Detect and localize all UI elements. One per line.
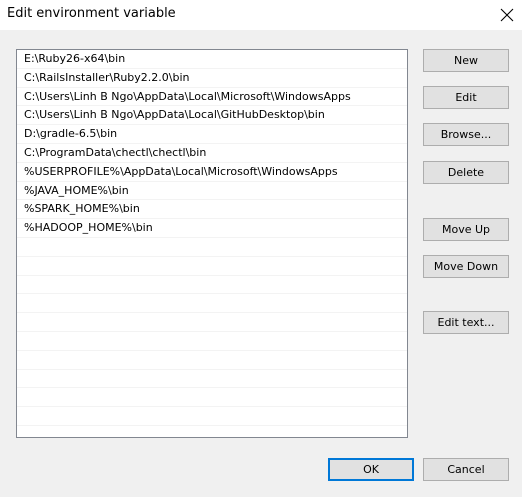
edit-button[interactable]: Edit bbox=[423, 86, 509, 109]
edit-environment-variable-dialog: Edit environment variable E:\Ruby26-x64\… bbox=[0, 0, 522, 497]
path-list-item[interactable] bbox=[17, 370, 407, 389]
path-list-item[interactable] bbox=[17, 351, 407, 370]
close-button[interactable] bbox=[492, 0, 522, 30]
close-icon bbox=[500, 8, 514, 22]
path-list-item[interactable] bbox=[17, 426, 407, 437]
new-button[interactable]: New bbox=[423, 49, 509, 72]
edit-text-button[interactable]: Edit text... bbox=[423, 311, 509, 334]
title-bar: Edit environment variable bbox=[0, 0, 522, 30]
move-up-button[interactable]: Move Up bbox=[423, 218, 509, 241]
delete-button[interactable]: Delete bbox=[423, 161, 509, 184]
path-list-item[interactable] bbox=[17, 238, 407, 257]
move-down-button[interactable]: Move Down bbox=[423, 255, 509, 278]
path-list-item[interactable] bbox=[17, 313, 407, 332]
path-list-item[interactable] bbox=[17, 257, 407, 276]
path-list-item[interactable] bbox=[17, 294, 407, 314]
path-list-item[interactable]: %HADOOP_HOME%\bin bbox=[17, 219, 407, 238]
path-list-item[interactable]: C:\Users\Linh B Ngo\AppData\Local\GitHub… bbox=[17, 106, 407, 126]
cancel-button[interactable]: Cancel bbox=[423, 458, 509, 481]
path-list-item[interactable]: C:\ProgramData\chectl\chectl\bin bbox=[17, 144, 407, 163]
path-list-item[interactable]: %JAVA_HOME%\bin bbox=[17, 182, 407, 201]
path-list-item[interactable] bbox=[17, 332, 407, 351]
path-list-item[interactable]: C:\Users\Linh B Ngo\AppData\Local\Micros… bbox=[17, 88, 407, 107]
path-list-item[interactable] bbox=[17, 276, 407, 295]
path-list-item[interactable] bbox=[17, 407, 407, 426]
ok-button[interactable]: OK bbox=[328, 458, 414, 481]
window-title: Edit environment variable bbox=[7, 6, 176, 21]
browse-button[interactable]: Browse... bbox=[423, 123, 509, 146]
path-list-item[interactable]: D:\gradle-6.5\bin bbox=[17, 125, 407, 144]
path-list-item[interactable]: C:\RailsInstaller\Ruby2.2.0\bin bbox=[17, 69, 407, 88]
path-list[interactable]: E:\Ruby26-x64\bin C:\RailsInstaller\Ruby2… bbox=[16, 49, 408, 438]
path-list-item[interactable]: %SPARK_HOME%\bin bbox=[17, 200, 407, 220]
path-list-item[interactable]: %USERPROFILE%\AppData\Local\Microsoft\Wi… bbox=[17, 163, 407, 182]
path-list-item[interactable]: E:\Ruby26-x64\bin bbox=[17, 50, 407, 69]
path-list-item[interactable] bbox=[17, 388, 407, 408]
